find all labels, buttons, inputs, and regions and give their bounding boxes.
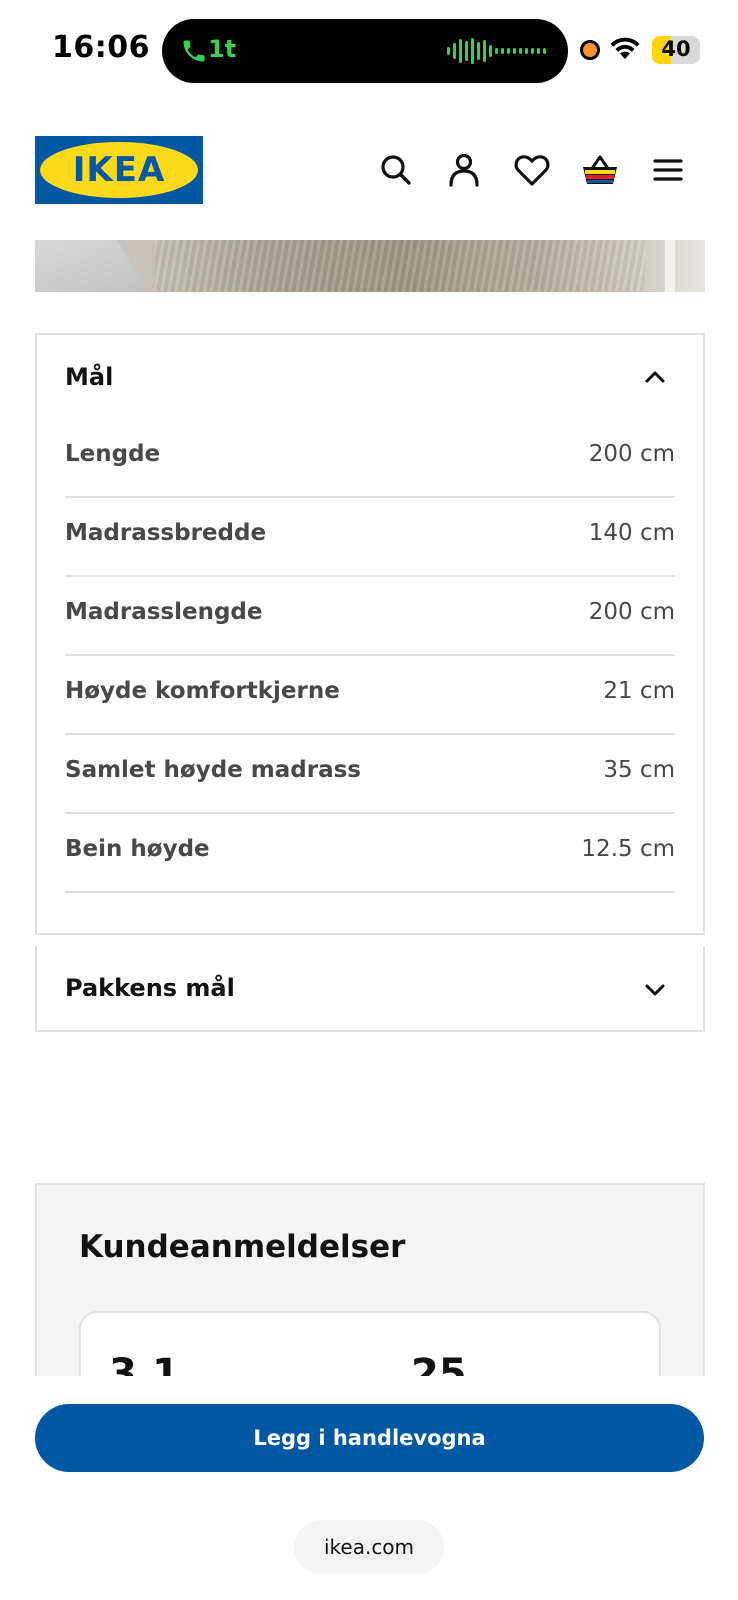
battery-level: 40: [661, 37, 691, 61]
dimension-row: Lengde 200 cm: [65, 419, 675, 498]
ikea-logo[interactable]: IKEA: [35, 136, 203, 204]
dimension-row: Høyde komfortkjerne 21 cm: [65, 656, 675, 735]
dimension-row: Madrasslengde 200 cm: [65, 577, 675, 656]
dimension-value: 140 cm: [588, 520, 675, 546]
recording-indicator-icon: [580, 40, 600, 60]
account-icon[interactable]: [444, 150, 484, 190]
chevron-down-icon[interactable]: [643, 978, 667, 1002]
battery-icon: 40: [652, 36, 700, 64]
menu-icon[interactable]: [648, 150, 688, 190]
product-image[interactable]: [35, 240, 705, 292]
heart-icon[interactable]: [512, 150, 552, 190]
add-to-cart-button[interactable]: Legg i handlevogna: [35, 1404, 704, 1472]
dimension-value: 35 cm: [603, 757, 675, 783]
dimension-value: 200 cm: [588, 599, 675, 625]
floor-area: [35, 240, 145, 292]
dimension-label: Madrasslengde: [65, 599, 263, 625]
chevron-up-icon[interactable]: [643, 365, 667, 389]
rug-texture: [155, 240, 645, 292]
wifi-icon: [610, 37, 640, 59]
site-header: IKEA: [0, 136, 738, 206]
dimension-label: Samlet høyde madrass: [65, 757, 361, 783]
package-dimensions-title: Pakkens mål: [65, 974, 235, 1002]
audio-waveform-icon: [447, 37, 546, 65]
search-icon[interactable]: [376, 150, 416, 190]
dimension-row: Madrassbredde 140 cm: [65, 498, 675, 577]
phone-icon: [183, 40, 205, 62]
dimension-value: 12.5 cm: [581, 836, 675, 862]
dimension-label: Høyde komfortkjerne: [65, 678, 340, 704]
status-time: 16:06: [52, 30, 150, 65]
dimensions-title: Mål: [65, 363, 114, 391]
dimensions-list: Lengde 200 cm Madrassbredde 140 cm Madra…: [37, 419, 703, 933]
reviews-title: Kundeanmeldelser: [79, 1229, 406, 1265]
dimension-value: 200 cm: [588, 441, 675, 467]
dimensions-accordion: Mål Lengde 200 cm Madrassbredde 140 cm M…: [35, 333, 705, 935]
cart-icon[interactable]: [580, 150, 620, 190]
dimension-label: Bein høyde: [65, 836, 210, 862]
dynamic-island[interactable]: 1t: [162, 19, 568, 83]
bed-leg: [665, 240, 675, 292]
status-bar: 16:06 1t 40: [0, 0, 738, 100]
dimension-row: Bein høyde 12.5 cm: [65, 814, 675, 893]
reviews-summary-card[interactable]: 3.1 25: [79, 1311, 661, 1383]
package-dimensions-accordion[interactable]: Pakkens mål: [35, 946, 705, 1032]
logo-text: IKEA: [72, 150, 166, 190]
browser-url-bar[interactable]: ikea.com: [294, 1520, 444, 1574]
dimension-value: 21 cm: [603, 678, 675, 704]
bottom-bar: Legg i handlevogna ikea.com: [0, 1376, 738, 1600]
customer-reviews-section: Kundeanmeldelser 3.1 25: [35, 1183, 705, 1383]
dimension-label: Madrassbredde: [65, 520, 267, 546]
dimension-label: Lengde: [65, 441, 161, 467]
dimensions-accordion-header[interactable]: Mål: [37, 335, 703, 419]
dimension-row: Samlet høyde madrass 35 cm: [65, 735, 675, 814]
call-duration: 1t: [208, 35, 237, 63]
